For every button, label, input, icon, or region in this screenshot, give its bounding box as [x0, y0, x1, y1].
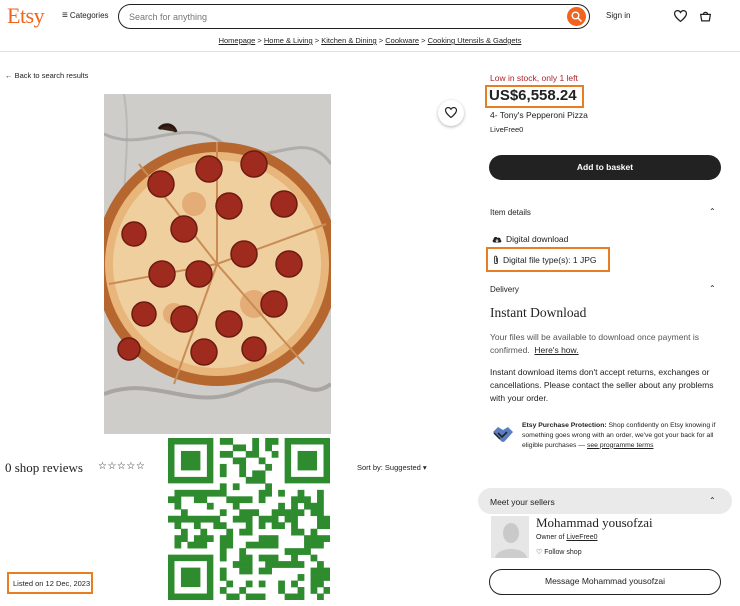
etsy-logo[interactable]: Etsy	[7, 3, 45, 29]
site-header: Etsy ≡Categories Sign in	[0, 0, 740, 34]
add-to-basket-button[interactable]: Add to basket	[489, 155, 721, 180]
instant-download-title: Instant Download	[490, 305, 587, 320]
search-button[interactable]	[567, 7, 586, 26]
product-title: 4- Tony's Pepperoni Pizza	[490, 110, 588, 120]
follow-label: Follow shop	[544, 549, 582, 556]
message-seller-button[interactable]: Message Mohammad yousofzai	[489, 569, 721, 595]
breadcrumb-kitchen-dining[interactable]: Kitchen & Dining	[321, 36, 376, 45]
basket-icon[interactable]	[699, 10, 712, 22]
paperclip-icon	[494, 255, 498, 265]
programme-terms-link[interactable]: see programme terms	[587, 442, 653, 449]
breadcrumb-sep: >	[421, 36, 426, 45]
search-input[interactable]	[129, 10, 549, 24]
favorite-button[interactable]	[438, 100, 464, 126]
digital-download-label: Digital download	[506, 234, 569, 244]
owner-of-text: Owner of LiveFree0	[536, 534, 598, 541]
shop-name-link[interactable]: LiveFree0	[490, 125, 523, 134]
seller-name: Mohammad yousofzai	[536, 515, 653, 530]
availability-text: Your files will be available to download…	[490, 331, 722, 357]
delivery-toggle[interactable]: Delivery	[490, 285, 519, 294]
breadcrumb-sep: >	[314, 36, 320, 45]
arrow-left-icon: ←	[5, 71, 13, 80]
protection-title: Etsy Purchase Protection:	[522, 422, 607, 429]
sign-in-link[interactable]: Sign in	[606, 11, 630, 20]
purchase-protection-icon	[493, 427, 513, 442]
favorites-heart-icon[interactable]	[674, 10, 687, 22]
caret-down-icon: ▾	[422, 463, 427, 472]
file-type-row: Digital file type(s): 1 JPG	[492, 255, 597, 266]
stock-notice: Low in stock, only 1 left	[490, 73, 578, 83]
rating-stars: ☆☆☆☆☆	[98, 461, 146, 472]
categories-button[interactable]: ≡ Categories	[62, 10, 109, 21]
chevron-up-icon: ⌃	[709, 496, 716, 505]
sort-dropdown[interactable]: Sort by: Suggested ▾	[357, 463, 427, 472]
back-label: Back to search results	[14, 71, 89, 80]
digital-download-row: Digital download	[492, 234, 568, 244]
heres-how-link[interactable]: Here's how.	[534, 345, 578, 355]
cloud-download-icon	[492, 237, 502, 243]
qr-code-graphic	[168, 438, 331, 601]
chevron-up-icon[interactable]: ⌃	[709, 284, 716, 293]
avatar-image	[491, 516, 529, 558]
item-details-toggle[interactable]: Item details	[490, 208, 531, 217]
meet-sellers-label: Meet your sellers	[490, 497, 555, 507]
chevron-up-icon[interactable]: ⌃	[709, 207, 716, 216]
sort-label: Sort by: Suggested	[357, 463, 421, 472]
breadcrumb-cooking-utensils[interactable]: Cooking Utensils & Gadgets	[428, 36, 522, 45]
purchase-protection-text: Etsy Purchase Protection: Shop confident…	[522, 421, 727, 450]
heart-icon: ♡	[536, 549, 543, 556]
seller-avatar[interactable]	[491, 516, 529, 558]
owner-prefix: Owner of	[536, 534, 565, 541]
breadcrumb-cookware[interactable]: Cookware	[385, 36, 419, 45]
breadcrumb-homepage[interactable]: Homepage	[219, 36, 256, 45]
breadcrumb-sep: >	[378, 36, 384, 45]
categories-label: Categories	[69, 11, 109, 20]
product-price: US$6,558.24	[489, 87, 577, 104]
back-to-search-link[interactable]: ← Back to search results	[5, 71, 88, 80]
header-divider	[0, 51, 740, 52]
product-image[interactable]	[104, 94, 331, 434]
availability-label: Your files will be available to download…	[490, 332, 700, 355]
search-bar	[118, 4, 590, 29]
breadcrumb-home-living[interactable]: Home & Living	[264, 36, 313, 45]
owner-shop-link[interactable]: LiveFree0	[566, 534, 597, 541]
menu-icon: ≡	[62, 10, 68, 21]
breadcrumb: Homepage > Home & Living > Kitchen & Din…	[0, 36, 740, 45]
heart-icon	[445, 107, 457, 118]
search-icon	[571, 11, 582, 22]
qr-code	[168, 438, 331, 601]
returns-text: Instant download items don't accept retu…	[490, 367, 714, 403]
pizza-image	[104, 94, 331, 434]
listed-date: Listed on 12 Dec, 2023	[7, 572, 93, 594]
breadcrumb-sep: >	[257, 36, 262, 45]
follow-shop-button[interactable]: ♡ Follow shop	[536, 548, 582, 556]
file-type-label: Digital file type(s): 1 JPG	[503, 255, 597, 265]
shop-reviews-count: 0 shop reviews	[5, 460, 83, 475]
